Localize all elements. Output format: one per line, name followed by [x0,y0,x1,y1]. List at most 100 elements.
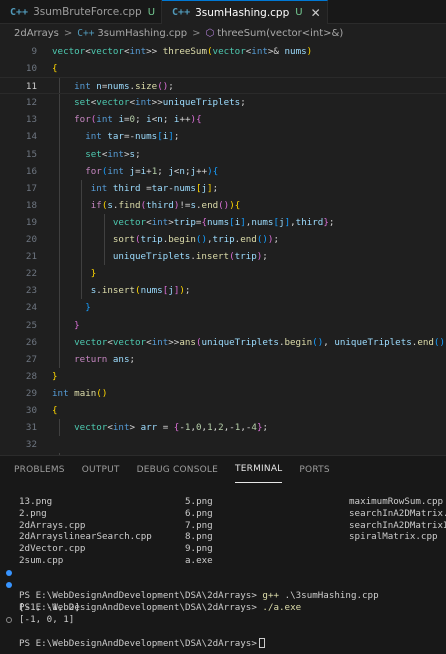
code-token: int [85,131,102,143]
code-line[interactable]: 18 if(s.find(third)!=s.end()){ [0,196,446,214]
code-token: nums [207,216,230,228]
code-line[interactable]: 24 } [0,299,446,317]
terminal-command-line: PS E:\WebDesignAndDevelopment\DSA\2dArra… [0,579,446,613]
line-number: 32 [25,439,37,451]
code-token: int [90,182,108,194]
code-line[interactable]: 10 { [0,60,446,77]
code-line[interactable]: 27 return ans; [0,350,446,368]
code-text: return ans; [52,351,135,368]
tab-debug-console[interactable]: DEBUG CONSOLE [137,456,218,483]
code-line[interactable]: 13 for(int i=0; i<n; i++){ [0,111,446,129]
line-number: 25 [25,319,37,331]
code-line[interactable]: 16 for(int j=i+1; j<n;j++){ [0,162,446,180]
code-line[interactable]: 11 int n=nums.size(); [0,77,446,95]
code-token: ,- [223,422,235,434]
code-token: for [74,114,91,126]
code-line[interactable]: 26 vector<vector<int>>ans(uniqueTriplets… [0,333,446,351]
tab-3sumhashing[interactable]: C++ 3sumHashing.cpp U ✕ [162,0,328,24]
line-number: 23 [25,285,37,297]
code-token: ; [135,148,141,160]
code-line[interactable]: 32 [0,436,446,453]
listing-entry: 8.png [185,531,213,543]
code-token: threeSum [162,46,207,57]
tab-problems[interactable]: PROBLEMS [14,456,65,483]
code-text: } [52,265,97,282]
code-token: main [74,387,97,399]
code-line[interactable]: 12 set<vector<int>>uniqueTriplets; [0,94,446,112]
code-token: if [90,199,102,211]
code-token: int [251,46,268,57]
code-token: () [433,336,445,348]
code-line[interactable]: 19 vector<int>trip={nums[i],nums[j],thir… [0,213,446,232]
code-token: ; [129,353,136,365]
command-pending-dot-icon[interactable] [6,616,12,623]
tab-output[interactable]: OUTPUT [82,456,120,483]
command-success-dot-icon[interactable] [6,569,12,576]
terminal-command-line: PS E:\WebDesignAndDevelopment\DSA\2dArra… [0,567,446,601]
command-success-dot-icon[interactable] [6,581,12,588]
code-token: nums [251,216,274,228]
tab-3sumbruteforce[interactable]: C++ 3sumBruteForce.cpp U [0,0,163,24]
code-token: begin [284,336,313,348]
code-token: ; [212,182,219,194]
code-line[interactable]: 14 int tar=-nums[i]; [0,128,446,146]
code-token: != [179,199,191,211]
code-token: int [52,387,69,399]
breadcrumb-folder[interactable]: 2dArrays [14,28,59,39]
code-token: insert [101,285,136,297]
code-token: ++ [196,165,208,177]
code-editor[interactable]: 9 vector<vector<int>> threeSum(vector<int… [0,43,446,455]
code-line[interactable]: 29 int main() [0,385,446,402]
code-token: ; [262,422,269,434]
code-line[interactable]: 28} [0,368,446,385]
listing-entry: 2dArrayslinearSearch.cpp [19,531,152,543]
line-number: 28 [25,370,37,382]
code-token: uniqueTriplets [201,336,279,348]
code-line[interactable]: 21 uniqueTriplets.insert(trip); [0,248,446,266]
code-text: for(int j=i+1; j<n;j++){ [52,163,218,180]
line-number: 26 [25,336,37,348]
code-line[interactable]: 9 vector<vector<int>> threeSum(vector<int… [0,43,446,60]
code-token: ; [184,285,191,297]
untracked-badge: U [295,7,303,18]
terminal-output-line: [-1, 0, 1] [0,602,446,625]
close-icon[interactable]: ✕ [311,6,321,20]
listing-entry: 2dVector.cpp [19,543,86,555]
code-token: set [85,148,102,160]
breadcrumb-file[interactable]: 3sumHashing.cpp [97,28,187,39]
listing-entry: 9.png [185,543,213,555]
breadcrumb-symbol[interactable]: threeSum(vector<int>&) [217,28,343,39]
code-line[interactable]: 25 } [0,316,446,334]
code-line[interactable]: 31 vector<int> arr = {-1,0,1,2,-1,-4}; [0,419,446,437]
untracked-badge: U [147,6,156,18]
code-line[interactable]: 30 { [0,402,446,419]
terminal-output-line: [-1, -1, 2] [0,590,446,613]
code-line[interactable]: 15 set<int>s; [0,145,446,163]
line-number: 12 [25,97,37,109]
code-line[interactable]: 20 sort(trip.begin(),trip.end()); [0,231,446,249]
code-line[interactable]: 23 s.insert(nums[j]); [0,282,446,300]
code-line[interactable]: 22 } [0,265,446,283]
terminal[interactable]: 13.png 5.png maximumRowSum.cpp 2.png 6.p… [0,496,446,649]
code-text: } [52,317,80,334]
code-token: tar [151,182,169,194]
listing-entry: maximumRowSum.cpp [349,496,444,507]
code-token: end [240,234,257,246]
code-line[interactable]: 17 int third =tar-nums[j]; [0,179,446,197]
code-text: if(s.find(third)!=s.end()){ [52,197,241,214]
listing-entry: 2dArrays.cpp [19,519,86,531]
code-token: for [85,165,102,177]
tab-ports[interactable]: PORTS [299,456,329,483]
code-token: ) [306,46,313,57]
code-token: vector [96,97,130,109]
code-token: nums [173,182,196,194]
code-token: int [112,422,130,434]
tab-terminal[interactable]: TERMINAL [235,456,283,483]
code-token: ; [273,234,279,246]
